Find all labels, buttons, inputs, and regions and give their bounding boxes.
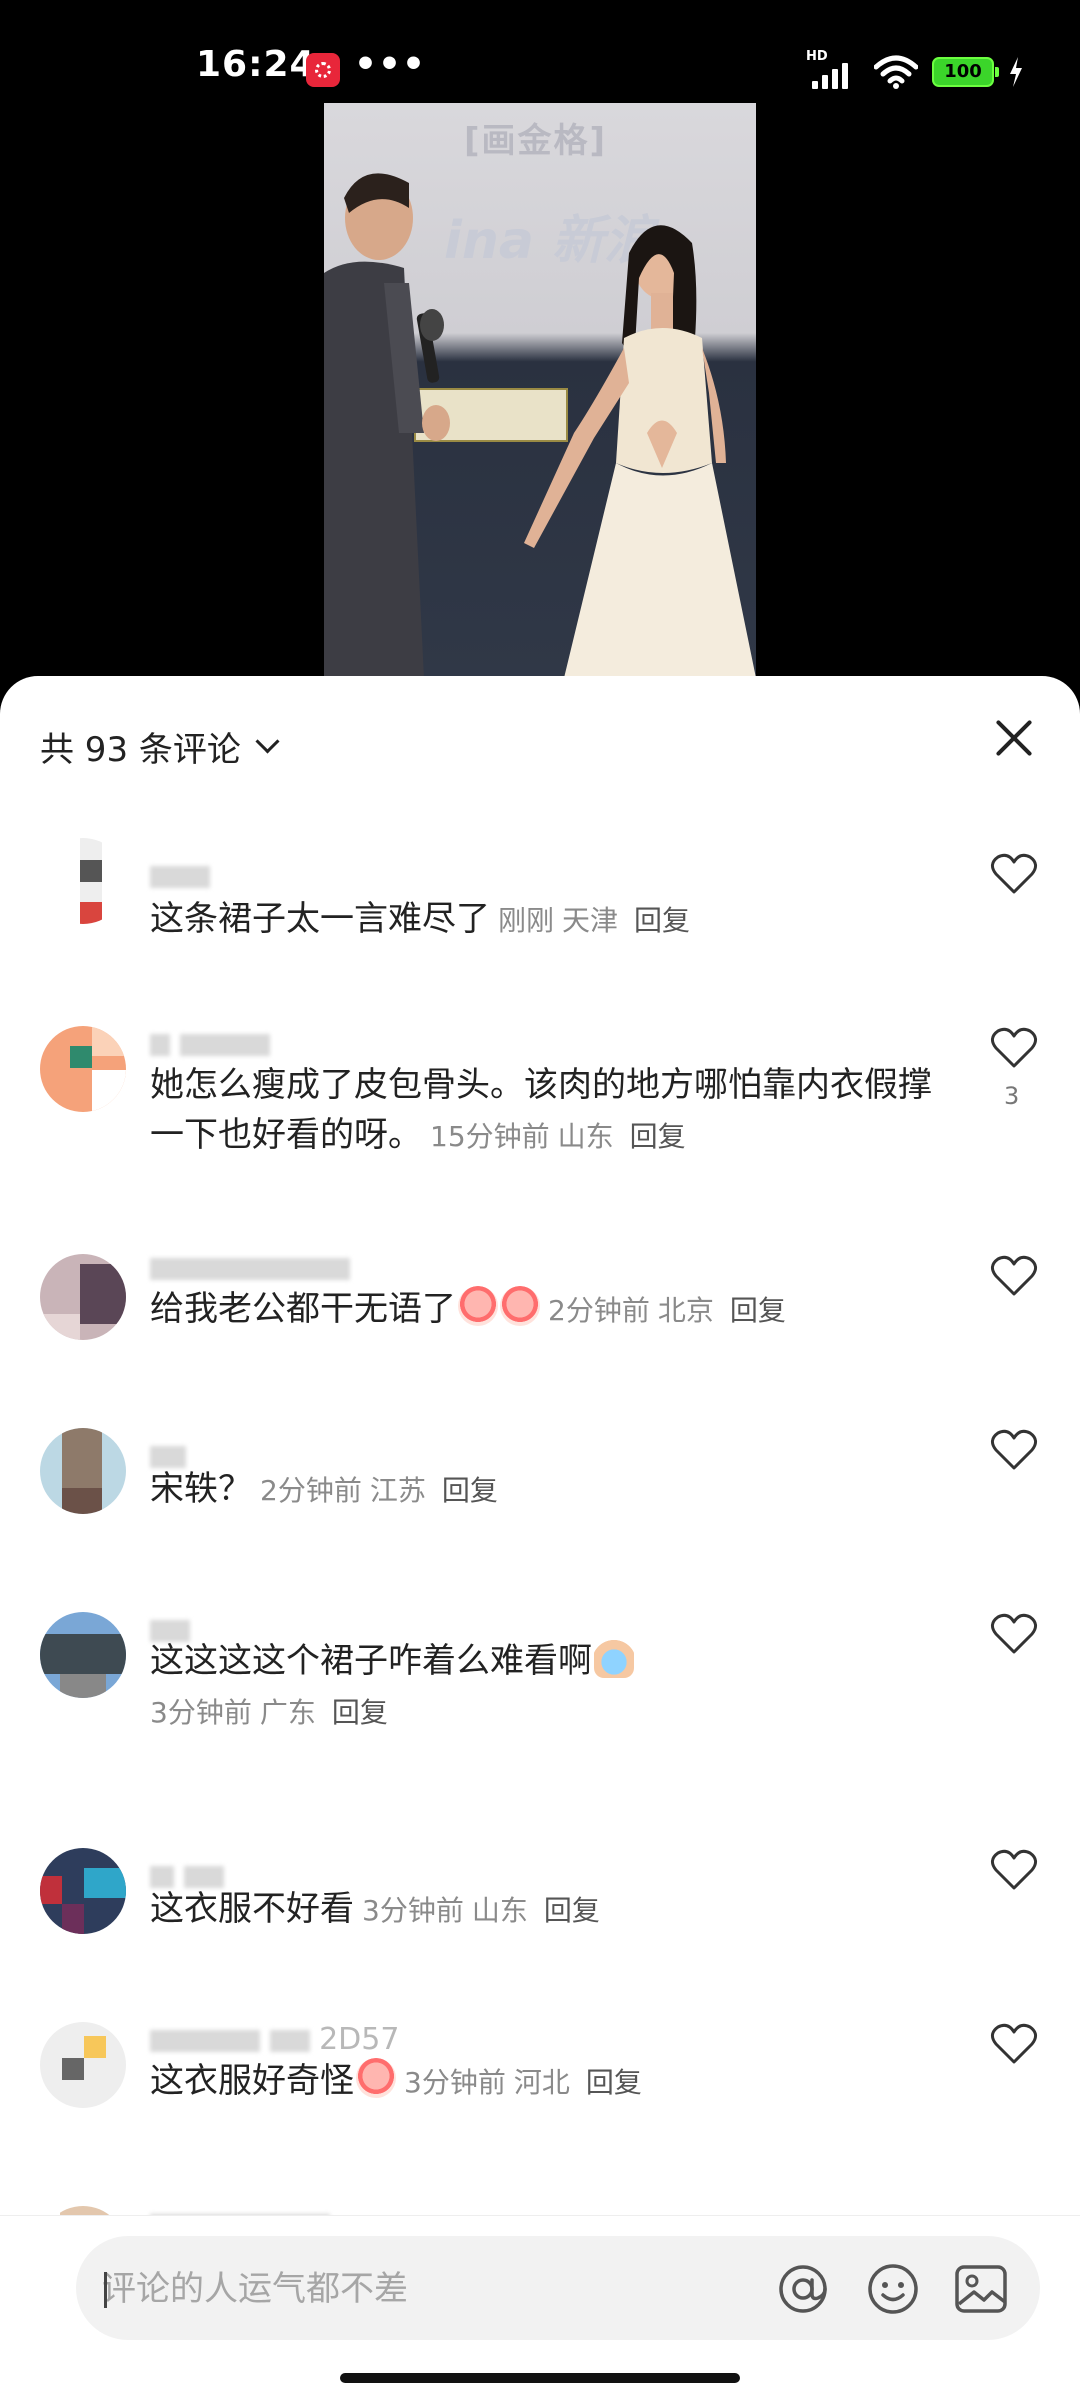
comment-body: 给我老公都干无语了 2分钟前 北京 回复 <box>150 1284 940 1336</box>
reply-button[interactable]: 回复 <box>630 1120 686 1153</box>
username-suffix: 2D57 <box>319 2022 400 2057</box>
comment-text: 这条裙子太一言难尽了 <box>150 899 490 939</box>
comment-location: 山东 <box>471 1894 528 1927</box>
charging-icon <box>1010 57 1022 87</box>
hd-label: HD <box>806 49 828 64</box>
comment-body: 这衣服不好看 3分钟前 山东 回复 <box>150 1884 940 1936</box>
comment-time: 2分钟前 <box>548 1294 650 1327</box>
reply-button[interactable]: 回复 <box>634 904 690 937</box>
avatar[interactable] <box>40 1612 126 1698</box>
comment-username[interactable] <box>150 1250 350 1284</box>
comment-count-dropdown[interactable]: 共 93 条评论 <box>40 716 280 776</box>
chevron-down-icon <box>255 728 280 754</box>
avatar[interactable] <box>40 1848 126 1934</box>
status-icons: HD 100 <box>806 49 1024 90</box>
like-heart-icon[interactable] <box>990 1428 1038 1472</box>
at-icon[interactable] <box>776 2262 830 2316</box>
avatar[interactable] <box>40 1254 126 1340</box>
comment-body: 宋轶？ 2分钟前 江苏 回复 <box>150 1464 940 1516</box>
like-heart-icon[interactable] <box>990 1026 1038 1070</box>
video-people-illustration <box>324 173 756 678</box>
comment-time: 15分钟前 <box>430 1120 550 1153</box>
avatar[interactable] <box>40 1026 126 1112</box>
comment-count-label: 共 93 条评论 <box>40 729 241 770</box>
comment-body: 这衣服好奇怪 3分钟前 河北 回复 <box>150 2056 940 2108</box>
like-count: 3 <box>1004 1082 1020 1110</box>
reply-button[interactable]: 回复 <box>544 1894 600 1927</box>
like-heart-icon[interactable] <box>990 1254 1038 1298</box>
image-icon[interactable] <box>954 2262 1008 2316</box>
shocked-emoji-icon <box>594 1638 634 1678</box>
app-notification-icon <box>306 53 340 87</box>
avatar[interactable] <box>40 838 126 924</box>
comment-input-bar <box>0 2215 1080 2401</box>
comment-body: 这这这这个裙子咋着么难看啊 3分钟前 广东 回复 <box>150 1636 940 1738</box>
comment-text: 给我老公都干无语了 <box>150 1289 456 1329</box>
reply-button[interactable]: 回复 <box>332 1696 388 1729</box>
like-heart-icon[interactable] <box>990 852 1038 896</box>
like-heart-icon[interactable] <box>990 1612 1038 1656</box>
comment-location: 江苏 <box>369 1474 426 1507</box>
status-time: 16:24 <box>196 44 316 85</box>
comment-location: 山东 <box>557 1120 614 1153</box>
comment-time: 3分钟前 <box>362 1894 464 1927</box>
crying-emoji-icon <box>458 1286 498 1326</box>
reply-button[interactable]: 回复 <box>442 1474 498 1507</box>
crying-emoji-icon <box>500 1286 540 1326</box>
comment-location: 河北 <box>513 2066 570 2099</box>
reply-button[interactable]: 回复 <box>730 1294 786 1327</box>
avatar[interactable] <box>40 1428 126 1514</box>
comment-time: 3分钟前 <box>404 2066 506 2099</box>
comment-username[interactable] <box>150 1026 270 1060</box>
comment-location: 天津 <box>562 904 619 937</box>
grimace-emoji-icon <box>356 2058 396 2098</box>
text-caret <box>104 2272 107 2308</box>
status-bar: 16:24 ••• HD 100 <box>0 0 1080 100</box>
comment-input[interactable] <box>100 2258 704 2320</box>
comment-text: 这衣服不好看 <box>150 1889 354 1929</box>
battery-icon: 100 <box>932 57 999 87</box>
comment-text: 这这这这个裙子咋着么难看啊 <box>150 1641 592 1681</box>
more-notifications-icon: ••• <box>354 44 427 85</box>
comment-username[interactable]: 2D57 <box>150 2022 400 2057</box>
video-player[interactable]: [画金格] ina 新浪 <box>324 103 756 678</box>
comment-text: 这衣服好奇怪 <box>150 2061 354 2101</box>
reply-button[interactable]: 回复 <box>586 2066 642 2099</box>
comment-time: 3分钟前 <box>150 1696 252 1729</box>
close-icon[interactable] <box>984 708 1044 768</box>
comment-body: 她怎么瘦成了皮包骨头。该肉的地方哪怕靠内衣假撑一下也好看的呀。 15分钟前 山东 回复 <box>150 1060 940 1162</box>
home-indicator[interactable] <box>340 2373 740 2383</box>
smiley-icon[interactable] <box>866 2262 920 2316</box>
comment-time: 2分钟前 <box>260 1474 362 1507</box>
avatar[interactable] <box>40 2022 126 2108</box>
comment-username[interactable] <box>150 858 210 892</box>
comment-body: 这条裙子太一言难尽了 刚刚 天津 回复 <box>150 894 940 946</box>
comment-location: 北京 <box>657 1294 714 1327</box>
comment-location: 广东 <box>259 1696 316 1729</box>
comment-text: 宋轶？ <box>150 1469 252 1509</box>
comment-time: 刚刚 <box>498 904 555 937</box>
like-heart-icon[interactable] <box>990 2022 1038 2066</box>
wifi-icon <box>874 55 918 89</box>
comments-panel: 共 93 条评论 这条裙子太一言难尽了 刚刚 天津 回复 她怎么瘦成了皮包骨头。该肉的… <box>0 676 1080 2400</box>
like-heart-icon[interactable] <box>990 1848 1038 1892</box>
cellular-signal-icon: HD <box>806 49 860 89</box>
comment-input-container[interactable] <box>76 2236 1040 2340</box>
